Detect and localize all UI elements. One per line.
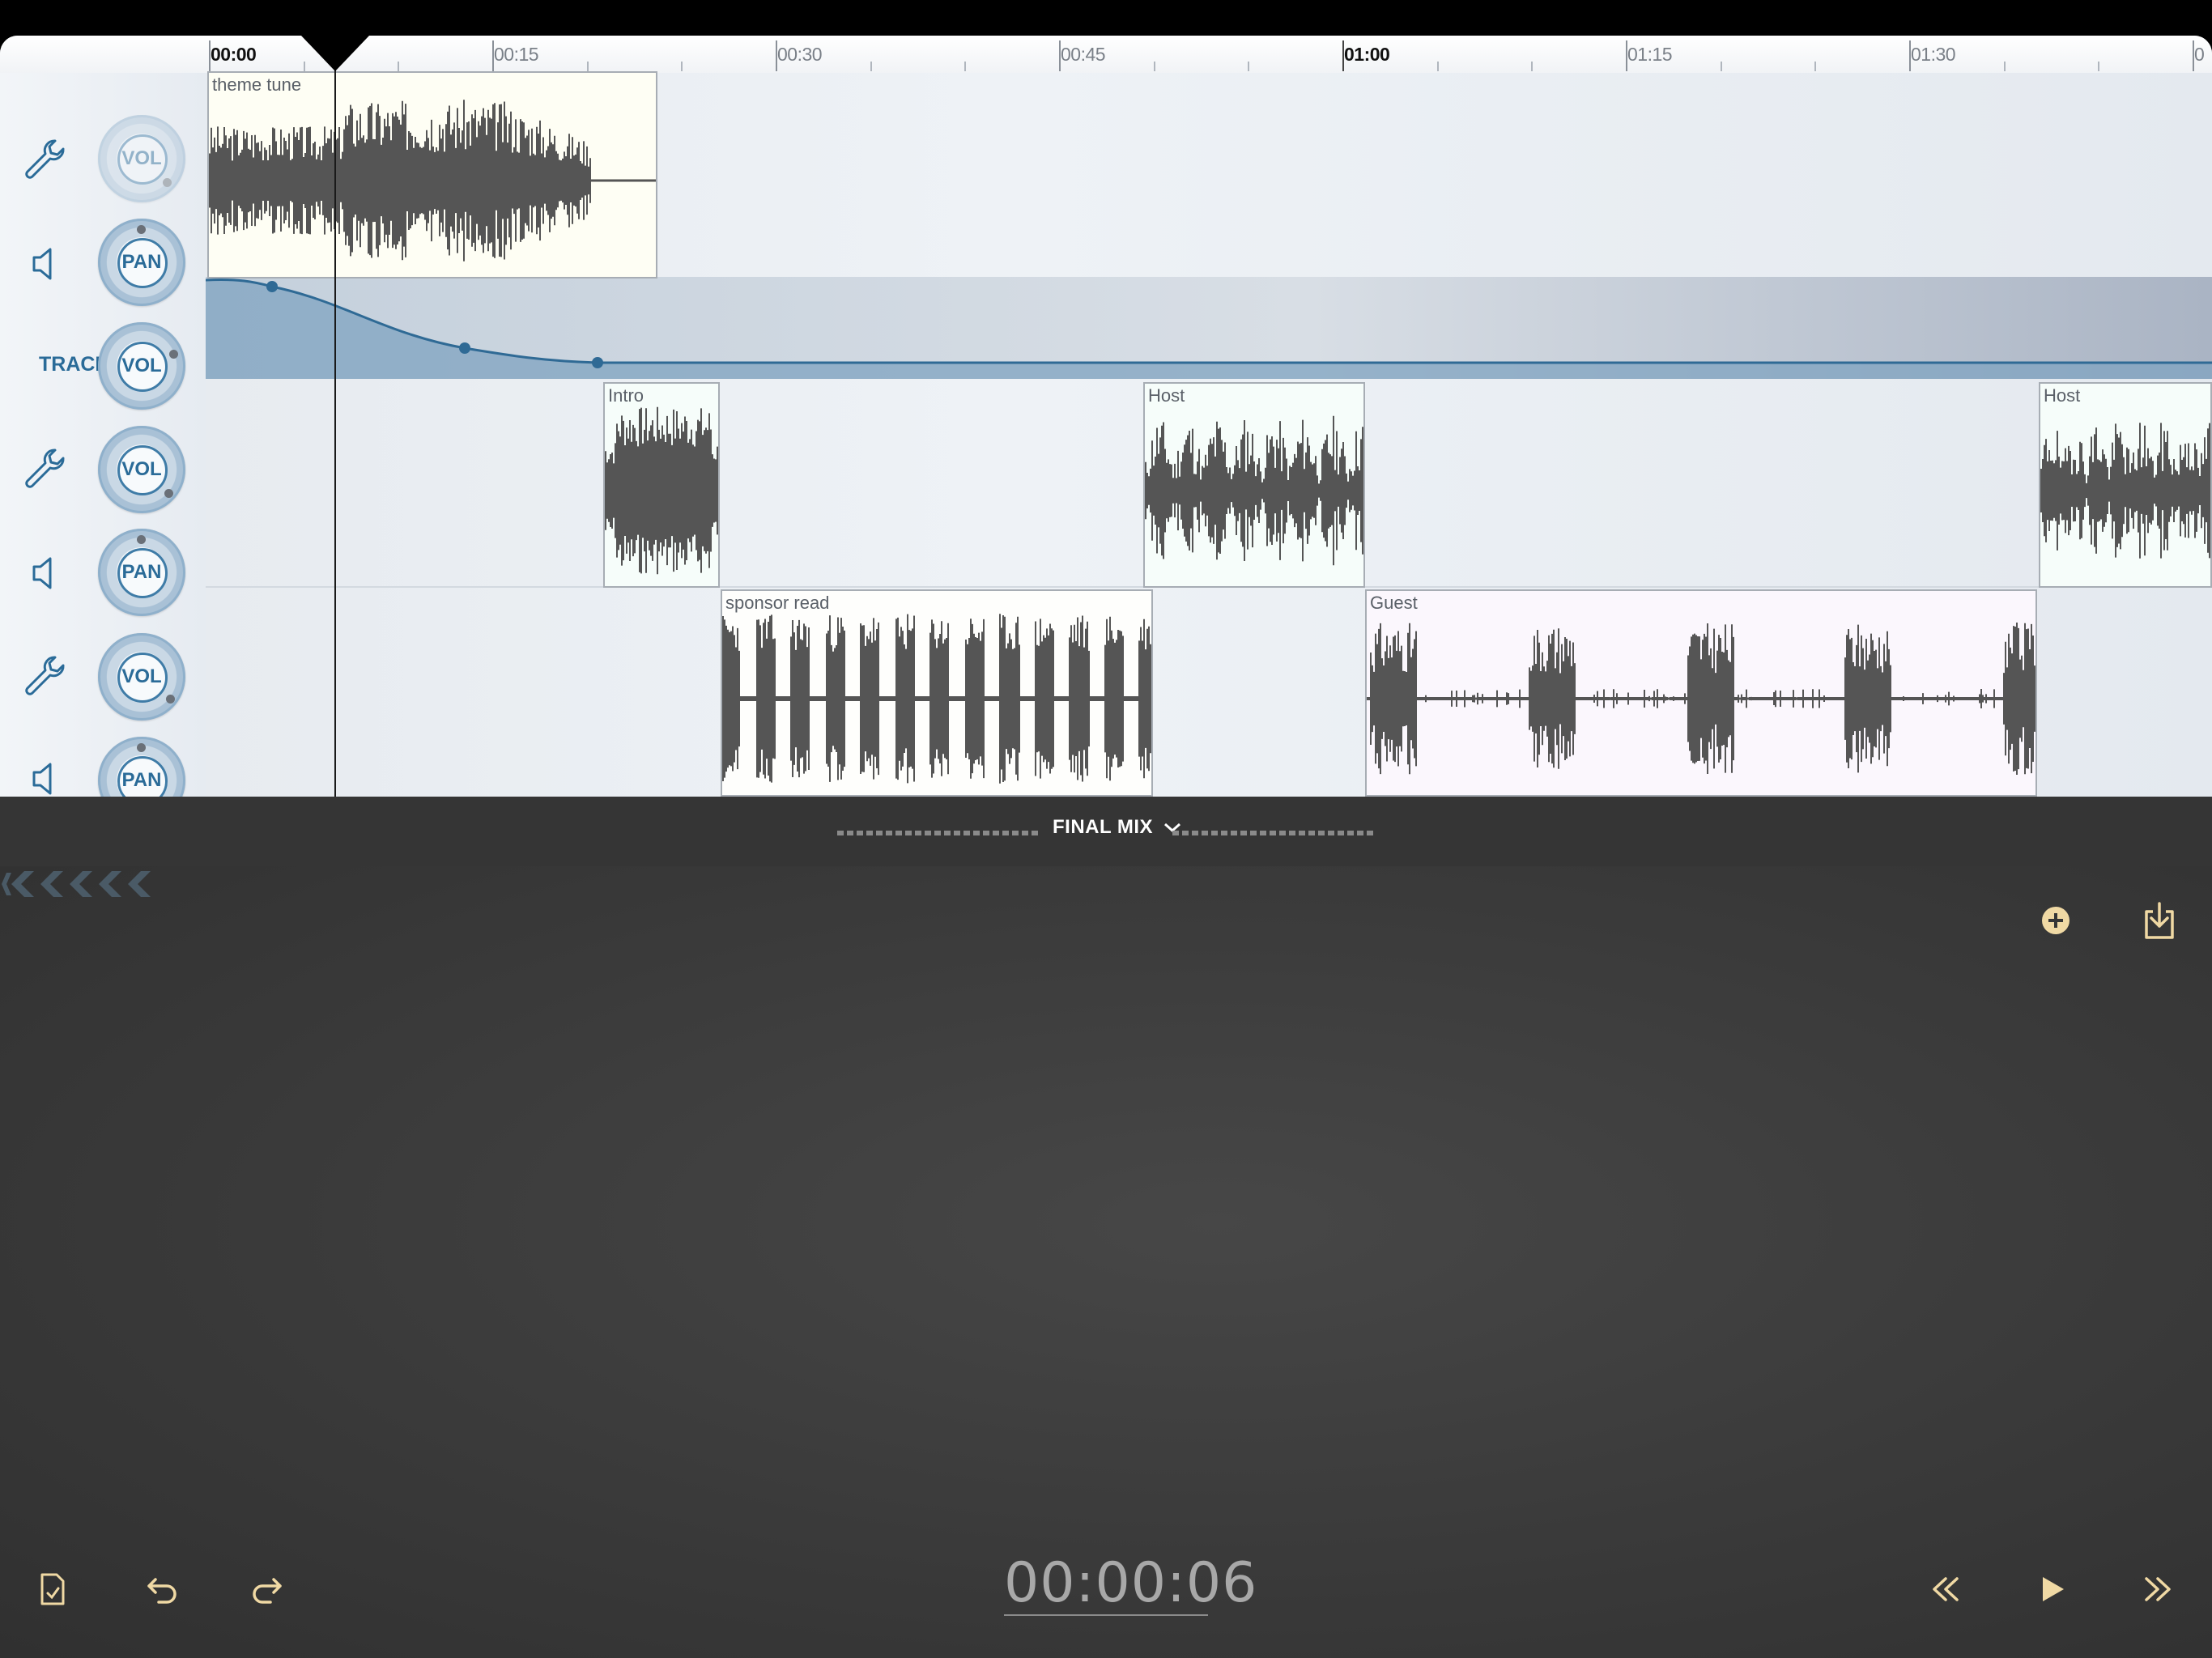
waveform — [605, 406, 718, 575]
ruler-label: 01:00 — [1344, 44, 1390, 65]
volume-knob[interactable]: VOL — [98, 426, 185, 513]
speaker-icon[interactable] — [23, 551, 68, 596]
pan-knob[interactable]: PAN — [98, 529, 185, 616]
audio-clip[interactable]: Intro — [603, 382, 720, 588]
file-icon — [40, 1573, 65, 1605]
redo-button[interactable] — [245, 1569, 290, 1609]
clip-label: theme tune — [212, 74, 302, 95]
wrench-icon[interactable] — [23, 653, 68, 698]
ruler-label: 01:15 — [1627, 44, 1673, 65]
pan-knob[interactable]: PAN — [98, 219, 185, 306]
rewind-icon — [1933, 1577, 1959, 1601]
automation-point[interactable] — [592, 357, 603, 368]
wrench-icon[interactable] — [23, 136, 68, 181]
final-mix-bar: FINAL MIX — [0, 797, 2212, 866]
timecode-display[interactable]: 00:00:06 — [1004, 1551, 1257, 1615]
clip-label: Host — [1148, 385, 1185, 406]
audio-clip[interactable]: sponsor read — [721, 589, 1153, 797]
play-icon — [2043, 1577, 2064, 1601]
add-icon — [2042, 907, 2069, 934]
wrench-icon[interactable] — [23, 445, 68, 491]
clip-label: sponsor read — [725, 593, 830, 613]
automation-point[interactable] — [459, 342, 470, 354]
playhead[interactable] — [334, 36, 336, 797]
undo-button[interactable] — [139, 1569, 185, 1609]
redo-icon — [253, 1578, 282, 1604]
export-button[interactable] — [2136, 895, 2183, 946]
clip-label: Intro — [608, 385, 644, 406]
app-window: 00:00 00:15 00:30 00:45 01:00 01:15 01:3… — [0, 0, 2212, 1658]
undo-icon — [147, 1578, 177, 1604]
pan-knob-label: PAN — [121, 561, 162, 583]
fast-forward-icon — [2145, 1577, 2171, 1601]
ruler-label: 00:30 — [777, 44, 823, 65]
audio-clip[interactable]: theme tune — [207, 71, 657, 278]
ruler-label: 0 — [2194, 44, 2205, 65]
ruler-label: 01:30 — [1911, 44, 1956, 65]
volume-automation-lane[interactable] — [205, 277, 2212, 379]
clip-label: Host — [2044, 385, 2081, 406]
speaker-icon[interactable] — [23, 241, 68, 287]
fast-forward-button[interactable] — [2136, 1567, 2180, 1611]
volume-knob-label: VOL — [121, 147, 162, 169]
track-headers: VOL PAN TRACK VOL VOL PAN VOL PAN — [0, 73, 206, 797]
playhead-handle[interactable] — [301, 36, 369, 71]
track-volume-knob[interactable]: VOL — [98, 322, 185, 410]
volume-knob-label: VOL — [121, 458, 162, 480]
audio-clip[interactable]: Host — [2039, 382, 2212, 588]
volume-knob[interactable]: VOL — [98, 633, 185, 721]
final-mix-dropdown[interactable]: FINAL MIX — [1053, 816, 1181, 839]
file-button[interactable] — [32, 1569, 73, 1609]
automation-curve[interactable] — [205, 277, 2212, 379]
pan-knob[interactable]: PAN — [98, 737, 185, 797]
timeline-panel: 00:00 00:15 00:30 00:45 01:00 01:15 01:3… — [0, 36, 2212, 797]
waveform — [1145, 415, 1363, 566]
speaker-icon[interactable] — [23, 756, 68, 797]
waveform — [209, 100, 656, 261]
volume-knob-label: VOL — [121, 665, 162, 687]
add-button[interactable] — [2034, 899, 2078, 942]
play-button[interactable] — [2031, 1567, 2074, 1611]
timecode-underline — [1004, 1614, 1208, 1616]
waveform — [2040, 423, 2210, 559]
final-mix-title: FINAL MIX — [1053, 816, 1154, 838]
clip-label: Guest — [1370, 593, 1418, 613]
ruler-label: 00:00 — [211, 44, 257, 65]
final-mix-area — [0, 866, 2212, 1658]
waveform — [722, 614, 1151, 784]
rewind-button[interactable] — [1924, 1567, 1967, 1611]
track-volume-knob-label: VOL — [121, 355, 162, 376]
audio-clip[interactable]: Guest — [1365, 589, 2037, 797]
collapse-chevrons-icon[interactable] — [0, 866, 162, 902]
export-icon — [2145, 902, 2174, 939]
audio-clip[interactable]: Host — [1143, 382, 1365, 588]
volume-knob[interactable]: VOL — [98, 115, 185, 202]
ruler-label: 00:45 — [1061, 44, 1106, 65]
waveform — [1367, 622, 2035, 776]
ruler-label: 00:15 — [494, 44, 539, 65]
pan-knob-label: PAN — [121, 769, 162, 791]
automation-point[interactable] — [266, 281, 278, 292]
pan-knob-label: PAN — [121, 251, 162, 273]
